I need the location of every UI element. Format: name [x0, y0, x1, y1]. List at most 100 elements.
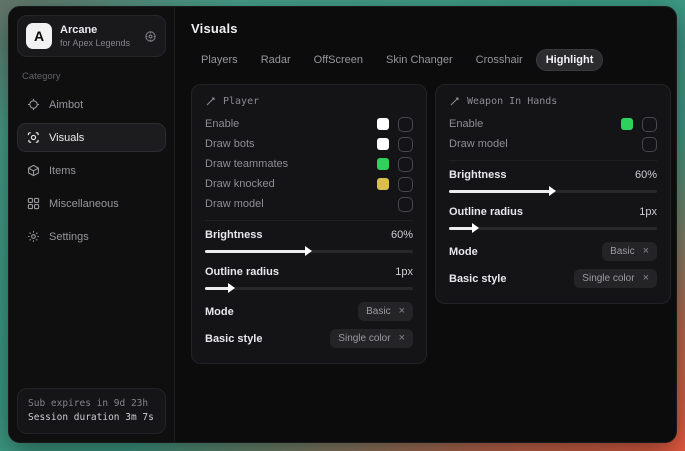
checkbox[interactable]	[642, 137, 657, 152]
checkbox[interactable]	[398, 177, 413, 192]
tab-highlight[interactable]: Highlight	[536, 49, 604, 71]
row-label: Enable	[205, 118, 239, 130]
main-content: Visuals Players Radar OffScreen Skin Cha…	[175, 7, 676, 442]
slider-thumb[interactable]	[228, 283, 235, 293]
settings-gear-icon	[27, 230, 40, 243]
row-label: Draw teammates	[205, 158, 288, 170]
select-row-basic-style: Basic style Single color ×	[205, 326, 413, 351]
brightness-slider[interactable]	[205, 250, 413, 253]
slider-label: Brightness	[449, 169, 506, 181]
slider-label: Outline radius	[205, 266, 279, 278]
sub-expiry-text: Sub expires in 9d 23h	[28, 397, 155, 411]
select-label: Basic style	[449, 273, 506, 285]
slider-thumb[interactable]	[549, 186, 556, 196]
slider-value: 60%	[635, 169, 657, 181]
panels-container: Player Enable Draw bots	[191, 84, 671, 364]
aimbot-icon	[27, 98, 40, 111]
wand-icon	[449, 96, 460, 107]
slider-value: 60%	[391, 229, 413, 241]
mode-tag[interactable]: Basic ×	[602, 242, 657, 261]
toggle-row-draw-model: Draw model	[449, 134, 657, 154]
select-label: Mode	[449, 246, 478, 258]
basic-style-tag[interactable]: Single color ×	[330, 329, 413, 348]
sidebar-item-label: Aimbot	[49, 99, 83, 111]
slider-thumb[interactable]	[472, 223, 479, 233]
sidebar-item-settings[interactable]: Settings	[17, 222, 166, 251]
close-icon[interactable]: ×	[643, 273, 649, 284]
select-label: Basic style	[205, 333, 262, 345]
close-icon[interactable]: ×	[399, 306, 405, 317]
select-row-mode: Mode Basic ×	[205, 299, 413, 324]
checkbox[interactable]	[398, 157, 413, 172]
basic-style-tag[interactable]: Single color ×	[574, 269, 657, 288]
checkbox[interactable]	[398, 197, 413, 212]
app-logo: A	[26, 23, 52, 49]
status-badge-icon[interactable]	[144, 30, 157, 43]
sidebar-item-aimbot[interactable]: Aimbot	[17, 90, 166, 119]
panel-title: Player	[223, 96, 259, 107]
select-row-mode: Mode Basic ×	[449, 239, 657, 264]
sidebar: A Arcane for Apex Legends Category Aimbo…	[9, 7, 175, 442]
panel-player: Player Enable Draw bots	[191, 84, 427, 364]
tab-radar[interactable]: Radar	[251, 49, 301, 71]
items-icon	[27, 164, 40, 177]
outline-radius-slider[interactable]	[449, 227, 657, 230]
sidebar-item-label: Miscellaneous	[49, 198, 119, 210]
row-label: Draw bots	[205, 138, 255, 150]
row-label: Draw model	[449, 138, 508, 150]
close-icon[interactable]: ×	[643, 246, 649, 257]
tab-bar: Players Radar OffScreen Skin Changer Cro…	[191, 49, 671, 71]
subscription-card: Sub expires in 9d 23h Session duration 3…	[17, 388, 166, 435]
page-title: Visuals	[191, 21, 671, 36]
tag-label: Single color	[582, 273, 634, 284]
tag-label: Basic	[366, 306, 390, 317]
slider-row-brightness: Brightness 60%	[449, 165, 657, 185]
tab-crosshair[interactable]: Crosshair	[466, 49, 533, 71]
checkbox[interactable]	[398, 137, 413, 152]
brightness-slider[interactable]	[449, 190, 657, 193]
sidebar-item-visuals[interactable]: Visuals	[17, 123, 166, 152]
app-subtitle: for Apex Legends	[60, 38, 136, 48]
slider-row-brightness: Brightness 60%	[205, 225, 413, 245]
tab-offscreen[interactable]: OffScreen	[304, 49, 373, 71]
slider-fill	[205, 250, 309, 253]
checkbox[interactable]	[642, 117, 657, 132]
mode-tag[interactable]: Basic ×	[358, 302, 413, 321]
color-swatch[interactable]	[377, 118, 389, 130]
category-label: Category	[22, 71, 161, 82]
tag-label: Single color	[338, 333, 390, 344]
select-row-basic-style: Basic style Single color ×	[449, 266, 657, 291]
color-swatch[interactable]	[377, 138, 389, 150]
toggle-row-enable: Enable	[205, 114, 413, 134]
row-label: Draw knocked	[205, 178, 275, 190]
outline-radius-slider[interactable]	[205, 287, 413, 290]
panel-weapon-in-hands: Weapon In Hands Enable Draw model Bright…	[435, 84, 671, 304]
app-title: Arcane	[60, 24, 136, 36]
checkbox[interactable]	[398, 117, 413, 132]
slider-row-outline-radius: Outline radius 1px	[449, 202, 657, 222]
select-label: Mode	[205, 306, 234, 318]
sidebar-nav: Aimbot Visuals Items	[17, 90, 166, 251]
close-icon[interactable]: ×	[399, 333, 405, 344]
slider-fill	[449, 190, 553, 193]
section-divider	[449, 160, 657, 161]
section-divider	[205, 220, 413, 221]
slider-value: 1px	[395, 266, 413, 278]
sidebar-item-miscellaneous[interactable]: Miscellaneous	[17, 189, 166, 218]
tab-skin-changer[interactable]: Skin Changer	[376, 49, 463, 71]
toggle-row-enable: Enable	[449, 114, 657, 134]
tag-label: Basic	[610, 246, 634, 257]
color-swatch[interactable]	[621, 118, 633, 130]
slider-thumb[interactable]	[305, 246, 312, 256]
toggle-row-draw-model: Draw model	[205, 194, 413, 214]
sidebar-item-items[interactable]: Items	[17, 156, 166, 185]
color-swatch[interactable]	[377, 178, 389, 190]
color-swatch[interactable]	[377, 158, 389, 170]
visuals-icon	[27, 131, 40, 144]
app-header-card: A Arcane for Apex Legends	[17, 15, 166, 57]
sidebar-item-label: Settings	[49, 231, 89, 243]
row-label: Enable	[449, 118, 483, 130]
sidebar-item-label: Visuals	[49, 132, 84, 144]
tab-players[interactable]: Players	[191, 49, 248, 71]
slider-fill	[205, 287, 232, 290]
